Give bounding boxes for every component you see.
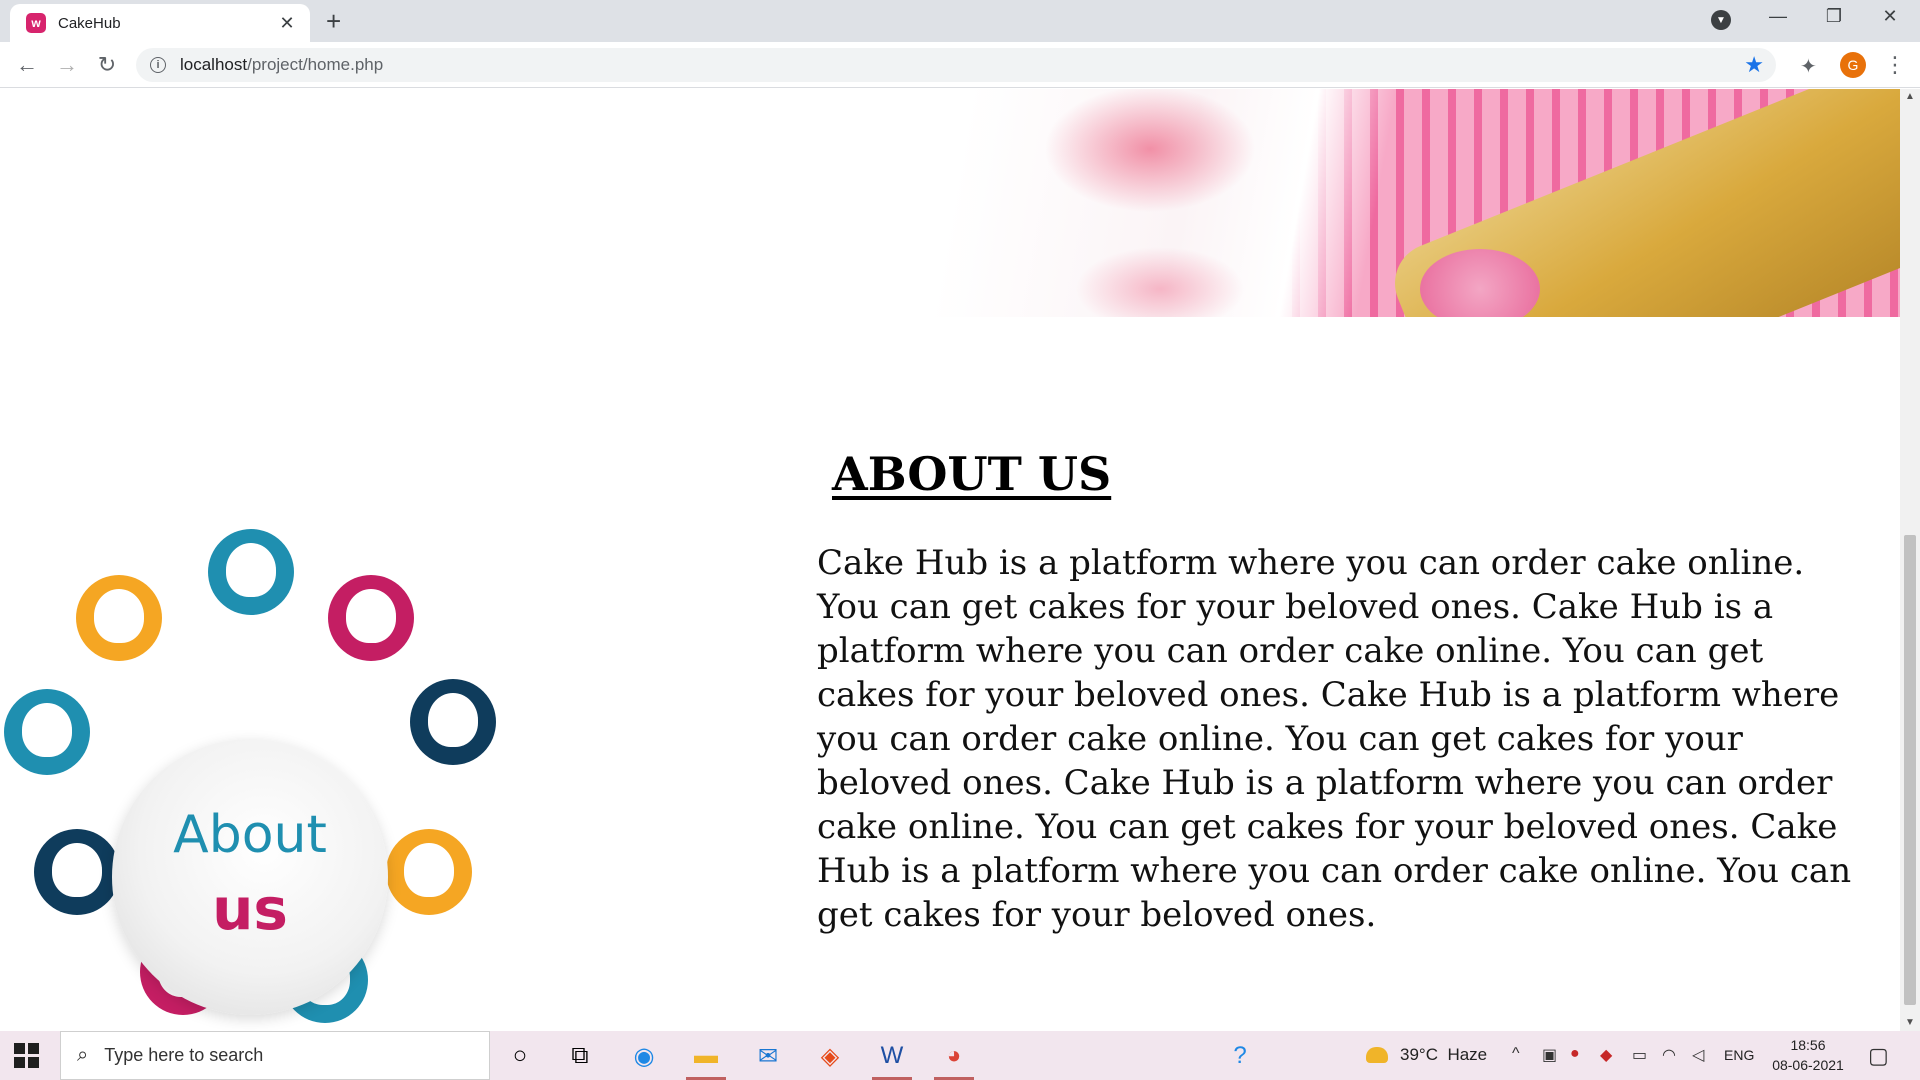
language-indicator[interactable]: ENG <box>1724 1047 1754 1063</box>
back-arrow-icon[interactable]: ← <box>12 50 42 80</box>
person-icon <box>208 529 294 615</box>
tab-search-icon[interactable]: ▼ <box>1711 10 1731 30</box>
windows-taskbar: ⌕ Type here to search ○ ⧉ ◉ ▬ ✉ ◈ W ◕ ? … <box>0 1031 1920 1080</box>
clock-date: 08-06-2021 <box>1772 1057 1844 1073</box>
haze-weather-icon <box>1366 1047 1388 1063</box>
scrollbar-thumb[interactable] <box>1904 535 1916 1005</box>
browser-tab-bar: w CakeHub ✕ + ▼ — ❐ ✕ <box>0 0 1920 42</box>
wifi-icon[interactable]: ◠ <box>1662 1045 1676 1065</box>
file-explorer-icon[interactable]: ▬ <box>682 1037 730 1080</box>
edge-browser-icon[interactable]: ◉ <box>620 1037 668 1075</box>
url-path: /project/home.php <box>247 55 384 74</box>
site-info-icon[interactable]: i <box>150 57 166 73</box>
weather-widget[interactable]: 39°C Haze <box>1366 1045 1487 1065</box>
browser-toolbar: ← → ↻ i localhost/project/home.php ★ ✦ G… <box>0 42 1920 88</box>
browser-tab[interactable]: w CakeHub ✕ <box>10 4 310 42</box>
address-bar[interactable]: i localhost/project/home.php ★ <box>136 48 1776 82</box>
about-us-heading: ABOUT US <box>832 447 1112 501</box>
browser-menu-icon[interactable]: ⋮ <box>1884 52 1906 78</box>
site-favicon-icon: w <box>26 13 46 33</box>
about-badge-word1: About <box>173 805 327 865</box>
scroll-down-arrow-icon[interactable]: ▼ <box>1900 1015 1920 1031</box>
page-viewport: About us ABOUT US Cake Hub is a platform… <box>0 89 1900 1031</box>
extensions-puzzle-icon[interactable]: ✦ <box>1800 54 1817 79</box>
clock-time: 18:56 <box>1790 1037 1826 1053</box>
help-icon[interactable]: ? <box>1216 1037 1264 1075</box>
show-hidden-icons-chevron-icon[interactable]: ^ <box>1512 1045 1520 1063</box>
battery-icon[interactable]: ▭ <box>1632 1045 1647 1065</box>
url-host: localhost <box>180 55 248 74</box>
taskbar-search-box[interactable]: ⌕ Type here to search <box>60 1031 490 1080</box>
scroll-up-arrow-icon[interactable]: ▲ <box>1900 89 1920 105</box>
person-icon <box>410 679 496 765</box>
reload-icon[interactable]: ↻ <box>92 50 122 80</box>
task-view-icon[interactable]: ⧉ <box>556 1037 604 1075</box>
person-icon <box>386 829 472 915</box>
minimize-button[interactable]: — <box>1758 6 1798 27</box>
dropbox-icon[interactable]: ◆ <box>1600 1045 1612 1065</box>
meet-now-icon[interactable]: ▣ <box>1542 1045 1557 1065</box>
person-icon <box>328 575 414 661</box>
system-clock[interactable]: 18:56 08-06-2021 <box>1766 1035 1850 1075</box>
office-app-icon[interactable]: ◈ <box>806 1037 854 1075</box>
profile-avatar[interactable]: G <box>1840 52 1866 78</box>
hero-cake-image <box>0 89 1900 317</box>
search-placeholder: Type here to search <box>104 1045 264 1065</box>
page-scrollbar[interactable]: ▲ ▼ <box>1900 89 1920 1031</box>
volume-icon[interactable]: ◁ <box>1692 1045 1704 1065</box>
restore-button[interactable]: ❐ <box>1814 6 1854 27</box>
person-icon <box>34 829 120 915</box>
forward-arrow-icon[interactable]: → <box>52 50 82 80</box>
person-icon <box>76 575 162 661</box>
about-badge-word2: us <box>212 875 288 943</box>
notifications-icon[interactable]: ▢ <box>1868 1043 1889 1069</box>
antivirus-icon[interactable]: ● <box>1570 1045 1580 1063</box>
person-icon <box>4 689 90 775</box>
weather-temperature: 39°C <box>1400 1045 1438 1064</box>
about-us-badge: About us <box>112 739 388 1015</box>
search-icon: ⌕ <box>77 1044 89 1066</box>
tab-close-icon[interactable]: ✕ <box>276 13 298 34</box>
about-us-graphic: About us <box>0 529 520 1029</box>
mail-icon[interactable]: ✉ <box>744 1037 792 1075</box>
about-us-body-text: Cake Hub is a platform where you can ord… <box>817 543 1852 935</box>
close-window-button[interactable]: ✕ <box>1870 6 1910 27</box>
windows-start-icon[interactable] <box>14 1043 40 1069</box>
cortana-icon[interactable]: ○ <box>496 1037 544 1075</box>
weather-description: Haze <box>1447 1045 1488 1064</box>
bookmark-star-icon[interactable]: ★ <box>1744 52 1764 78</box>
tab-title: CakeHub <box>58 14 121 32</box>
word-icon[interactable]: W <box>868 1037 916 1080</box>
new-tab-button[interactable]: + <box>326 8 341 34</box>
chrome-icon[interactable]: ◕ <box>930 1037 978 1080</box>
